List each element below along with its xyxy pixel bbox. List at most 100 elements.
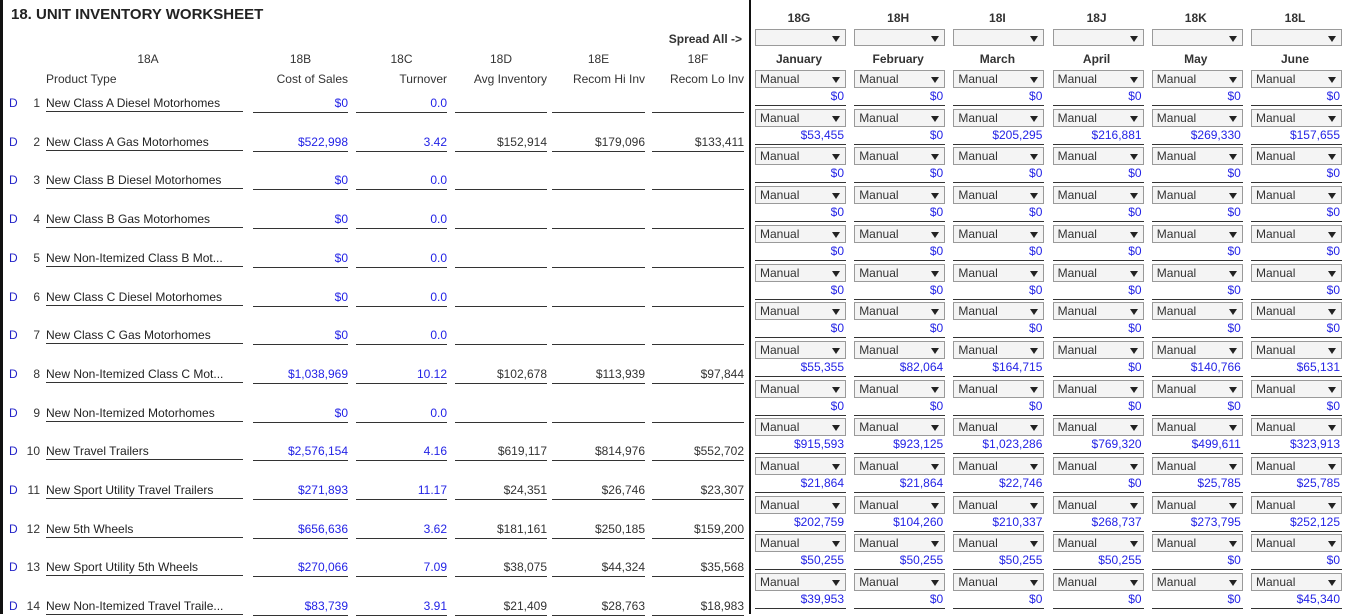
month-value-field[interactable]: $25,785: [1151, 475, 1243, 493]
cost-of-sales-field[interactable]: $1,038,969: [253, 367, 348, 384]
method-select[interactable]: Manual: [953, 263, 1045, 282]
product-type-field[interactable]: New Non-Itemized Class C Mot...: [46, 367, 243, 383]
cost-of-sales-field[interactable]: $0: [253, 290, 348, 307]
method-select[interactable]: Manual: [953, 418, 1045, 437]
method-select[interactable]: Manual: [755, 108, 846, 127]
method-select[interactable]: Manual: [854, 186, 946, 205]
month-value-field[interactable]: $0: [854, 88, 946, 106]
month-value-field[interactable]: $0: [953, 282, 1045, 300]
method-select[interactable]: Manual: [854, 495, 946, 514]
month-value-field[interactable]: $202,759: [755, 514, 846, 532]
method-select[interactable]: Manual: [1052, 263, 1144, 282]
month-value-field[interactable]: $923,125: [854, 436, 946, 455]
method-select[interactable]: Manual: [1052, 495, 1144, 514]
product-type-field[interactable]: New Class A Diesel Motorhomes: [46, 96, 243, 112]
method-select[interactable]: Manual: [854, 302, 946, 321]
row-flag[interactable]: D: [9, 599, 18, 613]
method-select[interactable]: Manual: [1052, 418, 1144, 437]
month-value-field[interactable]: $0: [953, 398, 1045, 416]
method-select[interactable]: Manual: [953, 340, 1045, 359]
month-value-field[interactable]: $65,131: [1251, 359, 1342, 377]
month-value-field[interactable]: $45,340: [1251, 591, 1342, 610]
month-value-field[interactable]: $0: [953, 165, 1045, 184]
month-value-field[interactable]: $157,655: [1251, 127, 1342, 145]
month-value-field[interactable]: $0: [1251, 88, 1342, 106]
month-value-field[interactable]: $0: [1151, 591, 1243, 610]
month-value-field[interactable]: $0: [755, 165, 846, 184]
method-select[interactable]: Manual: [953, 224, 1045, 243]
method-select[interactable]: Manual: [1151, 534, 1243, 553]
product-type-field[interactable]: New Class B Gas Motorhomes: [46, 212, 243, 229]
month-value-field[interactable]: $0: [1052, 475, 1144, 493]
month-value-field[interactable]: $0: [755, 88, 846, 106]
spread-all-select[interactable]: [1052, 29, 1144, 46]
month-value-field[interactable]: $210,337: [953, 514, 1045, 532]
method-select[interactable]: Manual: [1151, 418, 1243, 437]
method-select[interactable]: Manual: [854, 263, 946, 282]
method-select[interactable]: Manual: [755, 340, 846, 359]
month-value-field[interactable]: $0: [1052, 591, 1144, 610]
method-select[interactable]: Manual: [1052, 302, 1144, 321]
month-value-field[interactable]: $0: [1251, 204, 1342, 223]
method-select[interactable]: Manual: [1251, 534, 1342, 553]
month-value-field[interactable]: $0: [755, 320, 846, 339]
method-select[interactable]: Manual: [1251, 70, 1342, 88]
method-select[interactable]: Manual: [1151, 495, 1243, 514]
month-value-field[interactable]: $21,864: [854, 475, 946, 493]
method-select[interactable]: Manual: [1151, 302, 1243, 321]
month-value-field[interactable]: $0: [854, 165, 946, 184]
month-value-field[interactable]: $0: [854, 591, 946, 610]
month-value-field[interactable]: $50,255: [755, 552, 846, 571]
method-select[interactable]: Manual: [953, 573, 1045, 592]
month-value-field[interactable]: $50,255: [854, 552, 946, 571]
row-flag[interactable]: D: [9, 367, 18, 381]
method-select[interactable]: Manual: [1052, 108, 1144, 127]
month-value-field[interactable]: $0: [1251, 282, 1342, 300]
month-value-field[interactable]: $273,795: [1151, 514, 1243, 532]
method-select[interactable]: Manual: [755, 224, 846, 243]
turnover-field[interactable]: 3.62: [356, 522, 447, 539]
method-select[interactable]: Manual: [1151, 379, 1243, 398]
month-value-field[interactable]: $0: [1052, 398, 1144, 416]
cost-of-sales-field[interactable]: $656,636: [253, 522, 348, 539]
month-value-field[interactable]: $0: [755, 204, 846, 223]
method-select[interactable]: Manual: [953, 457, 1045, 475]
month-value-field[interactable]: $0: [1052, 359, 1144, 377]
method-select[interactable]: Manual: [953, 534, 1045, 553]
month-value-field[interactable]: $53,455: [755, 127, 846, 145]
method-select[interactable]: Manual: [854, 573, 946, 592]
row-flag[interactable]: D: [9, 251, 18, 265]
method-select[interactable]: Manual: [854, 147, 946, 166]
month-value-field[interactable]: $0: [1052, 282, 1144, 300]
row-flag[interactable]: D: [9, 135, 18, 149]
month-value-field[interactable]: $140,766: [1151, 359, 1243, 377]
row-flag[interactable]: D: [9, 328, 18, 342]
month-value-field[interactable]: $0: [854, 320, 946, 339]
turnover-field[interactable]: 0.0: [356, 173, 447, 191]
month-value-field[interactable]: $82,064: [854, 359, 946, 377]
method-select[interactable]: Manual: [1052, 147, 1144, 166]
method-select[interactable]: Manual: [755, 263, 846, 282]
method-select[interactable]: Manual: [953, 70, 1045, 88]
month-value-field[interactable]: $0: [1151, 320, 1243, 339]
method-select[interactable]: Manual: [755, 302, 846, 321]
month-value-field[interactable]: $0: [1151, 204, 1243, 223]
month-value-field[interactable]: $499,611: [1151, 436, 1243, 455]
method-select[interactable]: Manual: [1251, 108, 1342, 127]
cost-of-sales-field[interactable]: $0: [253, 212, 348, 230]
spread-all-label[interactable]: Spread All ->: [660, 32, 742, 46]
month-value-field[interactable]: $769,320: [1052, 436, 1144, 455]
method-select[interactable]: Manual: [953, 108, 1045, 127]
month-value-field[interactable]: $39,953: [755, 591, 846, 610]
product-type-field[interactable]: New Class C Diesel Motorhomes: [46, 290, 243, 306]
month-value-field[interactable]: $50,255: [953, 552, 1045, 571]
row-flag[interactable]: D: [9, 96, 18, 110]
month-value-field[interactable]: $104,260: [854, 514, 946, 532]
method-select[interactable]: Manual: [755, 147, 846, 166]
turnover-field[interactable]: 10.12: [356, 367, 447, 384]
method-select[interactable]: Manual: [1251, 457, 1342, 475]
cost-of-sales-field[interactable]: $0: [253, 96, 348, 113]
method-select[interactable]: Manual: [1151, 108, 1243, 127]
method-select[interactable]: Manual: [755, 379, 846, 398]
turnover-field[interactable]: 0.0: [356, 290, 447, 307]
